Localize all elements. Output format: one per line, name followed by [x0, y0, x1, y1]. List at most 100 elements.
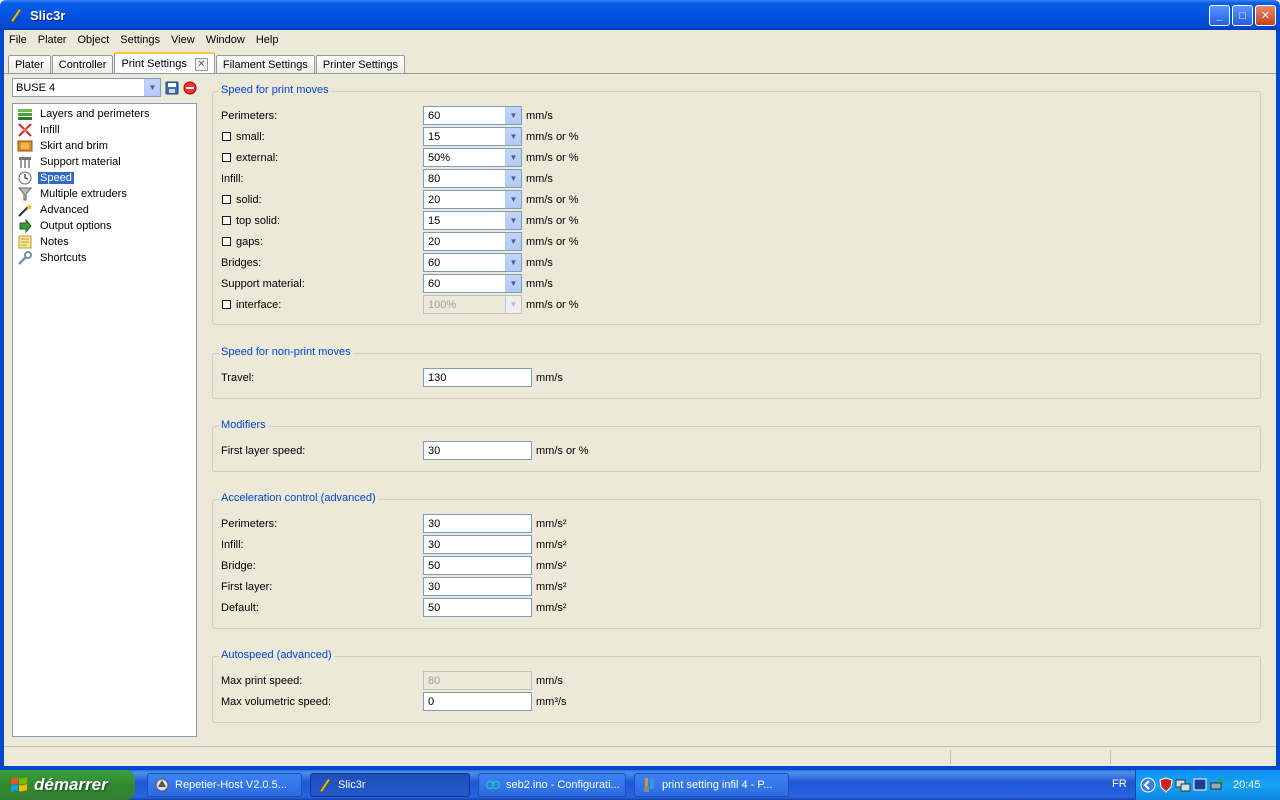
menu-file[interactable]: File: [4, 34, 33, 46]
tree-item-label: Skirt and brim: [40, 140, 108, 152]
field-label: Infill:: [221, 538, 244, 551]
infill-acceleration-input[interactable]: 30: [423, 535, 532, 554]
chevron-down-icon[interactable]: ▼: [144, 79, 160, 96]
override-checkbox[interactable]: [222, 216, 231, 225]
network-icon[interactable]: [1175, 777, 1191, 793]
chevron-down-icon[interactable]: ▼: [505, 275, 521, 292]
minimize-button[interactable]: _: [1209, 5, 1230, 26]
first-layer-speed-input[interactable]: 30: [423, 441, 532, 460]
tree-item-label: Infill: [40, 124, 60, 136]
small-perimeters-speed-combo[interactable]: 15 ▼: [423, 127, 522, 146]
chevron-down-icon[interactable]: ▼: [505, 107, 521, 124]
travel-speed-input[interactable]: 130: [423, 368, 532, 387]
tree-item-layers[interactable]: Layers and perimeters: [13, 106, 196, 122]
max-volumetric-speed-input[interactable]: 0: [423, 692, 532, 711]
field-label-wrap: interface:: [221, 299, 423, 311]
tree-item-output-options[interactable]: Output options: [13, 218, 196, 234]
chevron-down-icon[interactable]: ▼: [505, 128, 521, 145]
menu-view[interactable]: View: [166, 34, 201, 46]
unit-label: mm/s²: [536, 517, 567, 530]
override-checkbox[interactable]: [222, 300, 231, 309]
override-checkbox[interactable]: [222, 153, 231, 162]
perimeter-acceleration-input[interactable]: 30: [423, 514, 532, 533]
top-solid-infill-speed-combo[interactable]: 15 ▼: [423, 211, 522, 230]
save-icon[interactable]: [165, 81, 179, 95]
menu-plater[interactable]: Plater: [33, 34, 73, 46]
tree-item-support[interactable]: Support material: [13, 154, 196, 170]
tree-item-shortcuts[interactable]: Shortcuts: [13, 250, 196, 266]
support-material-speed-combo[interactable]: 60 ▼: [423, 274, 522, 293]
clock[interactable]: 20:45: [1233, 779, 1261, 791]
safely-remove-icon[interactable]: [1209, 777, 1225, 793]
settings-page-tree: Layers and perimeters Infill Skirt and b…: [12, 103, 197, 737]
title-bar[interactable]: Slic3r _ □ ✕: [0, 0, 1280, 30]
chevron-down-icon[interactable]: ▼: [505, 170, 521, 187]
field-label: Max print speed:: [221, 674, 303, 687]
row-external-perimeters-speed: external: 50% ▼ mm/s or %: [221, 148, 579, 167]
tree-item-speed[interactable]: Speed: [13, 170, 196, 186]
unit-label: mm/s or %: [526, 151, 579, 164]
chevron-down-icon[interactable]: ▼: [505, 233, 521, 250]
tree-item-advanced[interactable]: Advanced: [13, 202, 196, 218]
chevron-down-icon[interactable]: ▼: [505, 191, 521, 208]
combo-value: 80: [428, 172, 441, 185]
infill-speed-combo[interactable]: 80 ▼: [423, 169, 522, 188]
tab-controller[interactable]: Controller: [51, 55, 114, 74]
tree-item-label: Output options: [40, 220, 112, 232]
override-checkbox[interactable]: [222, 132, 231, 141]
menu-object[interactable]: Object: [72, 34, 115, 46]
task-arduino[interactable]: seb2.ino - Configurati...: [478, 773, 626, 797]
gap-fill-speed-combo[interactable]: 20 ▼: [423, 232, 522, 251]
default-acceleration-input[interactable]: 50: [423, 598, 532, 617]
menu-window[interactable]: Window: [201, 34, 251, 46]
chevron-down-icon[interactable]: ▼: [505, 254, 521, 271]
unit-label: mm/s²: [536, 580, 567, 593]
task-repetier-host[interactable]: Repetier-Host V2.0.5...: [147, 773, 302, 797]
unit-label: mm/s: [526, 172, 553, 185]
external-perimeters-speed-combo[interactable]: 50% ▼: [423, 148, 522, 167]
menu-settings[interactable]: Settings: [115, 34, 166, 46]
chevron-down-icon[interactable]: ▼: [505, 212, 521, 229]
maximize-icon: □: [1239, 9, 1246, 22]
tab-filament-settings[interactable]: Filament Settings: [215, 55, 315, 74]
tree-item-skirt[interactable]: Skirt and brim: [13, 138, 196, 154]
tab-plater[interactable]: Plater: [8, 55, 51, 74]
input-value: 30: [428, 538, 441, 551]
unit-label: mm/s or %: [536, 444, 589, 457]
tree-item-notes[interactable]: Notes: [13, 234, 196, 250]
maximize-button[interactable]: □: [1232, 5, 1253, 26]
language-indicator[interactable]: FR: [1112, 778, 1127, 790]
shield-icon[interactable]: [1159, 777, 1173, 793]
tab-print-settings[interactable]: Print Settings ✕: [114, 52, 215, 74]
combo-value: 20: [428, 235, 441, 248]
combo-value: 100%: [428, 298, 457, 311]
row-travel-speed: Travel: 130 mm/s: [221, 368, 563, 387]
row-top-solid-infill-speed: top solid: 15 ▼ mm/s or %: [221, 211, 579, 230]
task-slic3r[interactable]: Slic3r: [310, 773, 470, 797]
preset-select[interactable]: BUSE 4 ▼: [12, 78, 161, 97]
first-layer-acceleration-input[interactable]: 30: [423, 577, 532, 596]
tray-arrow-icon[interactable]: [1140, 777, 1156, 793]
unit-label: mm/s: [526, 277, 553, 290]
tab-printer-settings[interactable]: Printer Settings: [315, 55, 406, 74]
solid-infill-speed-combo[interactable]: 20 ▼: [423, 190, 522, 209]
delete-icon[interactable]: [183, 81, 197, 95]
override-checkbox[interactable]: [222, 195, 231, 204]
perimeters-speed-combo[interactable]: 60 ▼: [423, 106, 522, 125]
start-button[interactable]: démarrer: [0, 770, 135, 800]
bridges-speed-combo[interactable]: 60 ▼: [423, 253, 522, 272]
tab-close-icon[interactable]: ✕: [194, 57, 208, 71]
display-icon[interactable]: [1193, 777, 1207, 793]
group-title: Autospeed (advanced): [219, 649, 334, 661]
override-checkbox[interactable]: [222, 237, 231, 246]
tree-item-multiple-extruders[interactable]: Multiple extruders: [13, 186, 196, 202]
tree-item-infill[interactable]: Infill: [13, 122, 196, 138]
task-paint[interactable]: print setting infil 4 - P...: [634, 773, 789, 797]
support-interface-speed-combo: 100% ▼: [423, 295, 522, 314]
menu-help[interactable]: Help: [251, 34, 285, 46]
slic3r-icon: [319, 778, 331, 793]
tab-label: Print Settings: [121, 58, 187, 70]
close-button[interactable]: ✕: [1255, 5, 1276, 26]
chevron-down-icon[interactable]: ▼: [505, 149, 521, 166]
bridge-acceleration-input[interactable]: 50: [423, 556, 532, 575]
